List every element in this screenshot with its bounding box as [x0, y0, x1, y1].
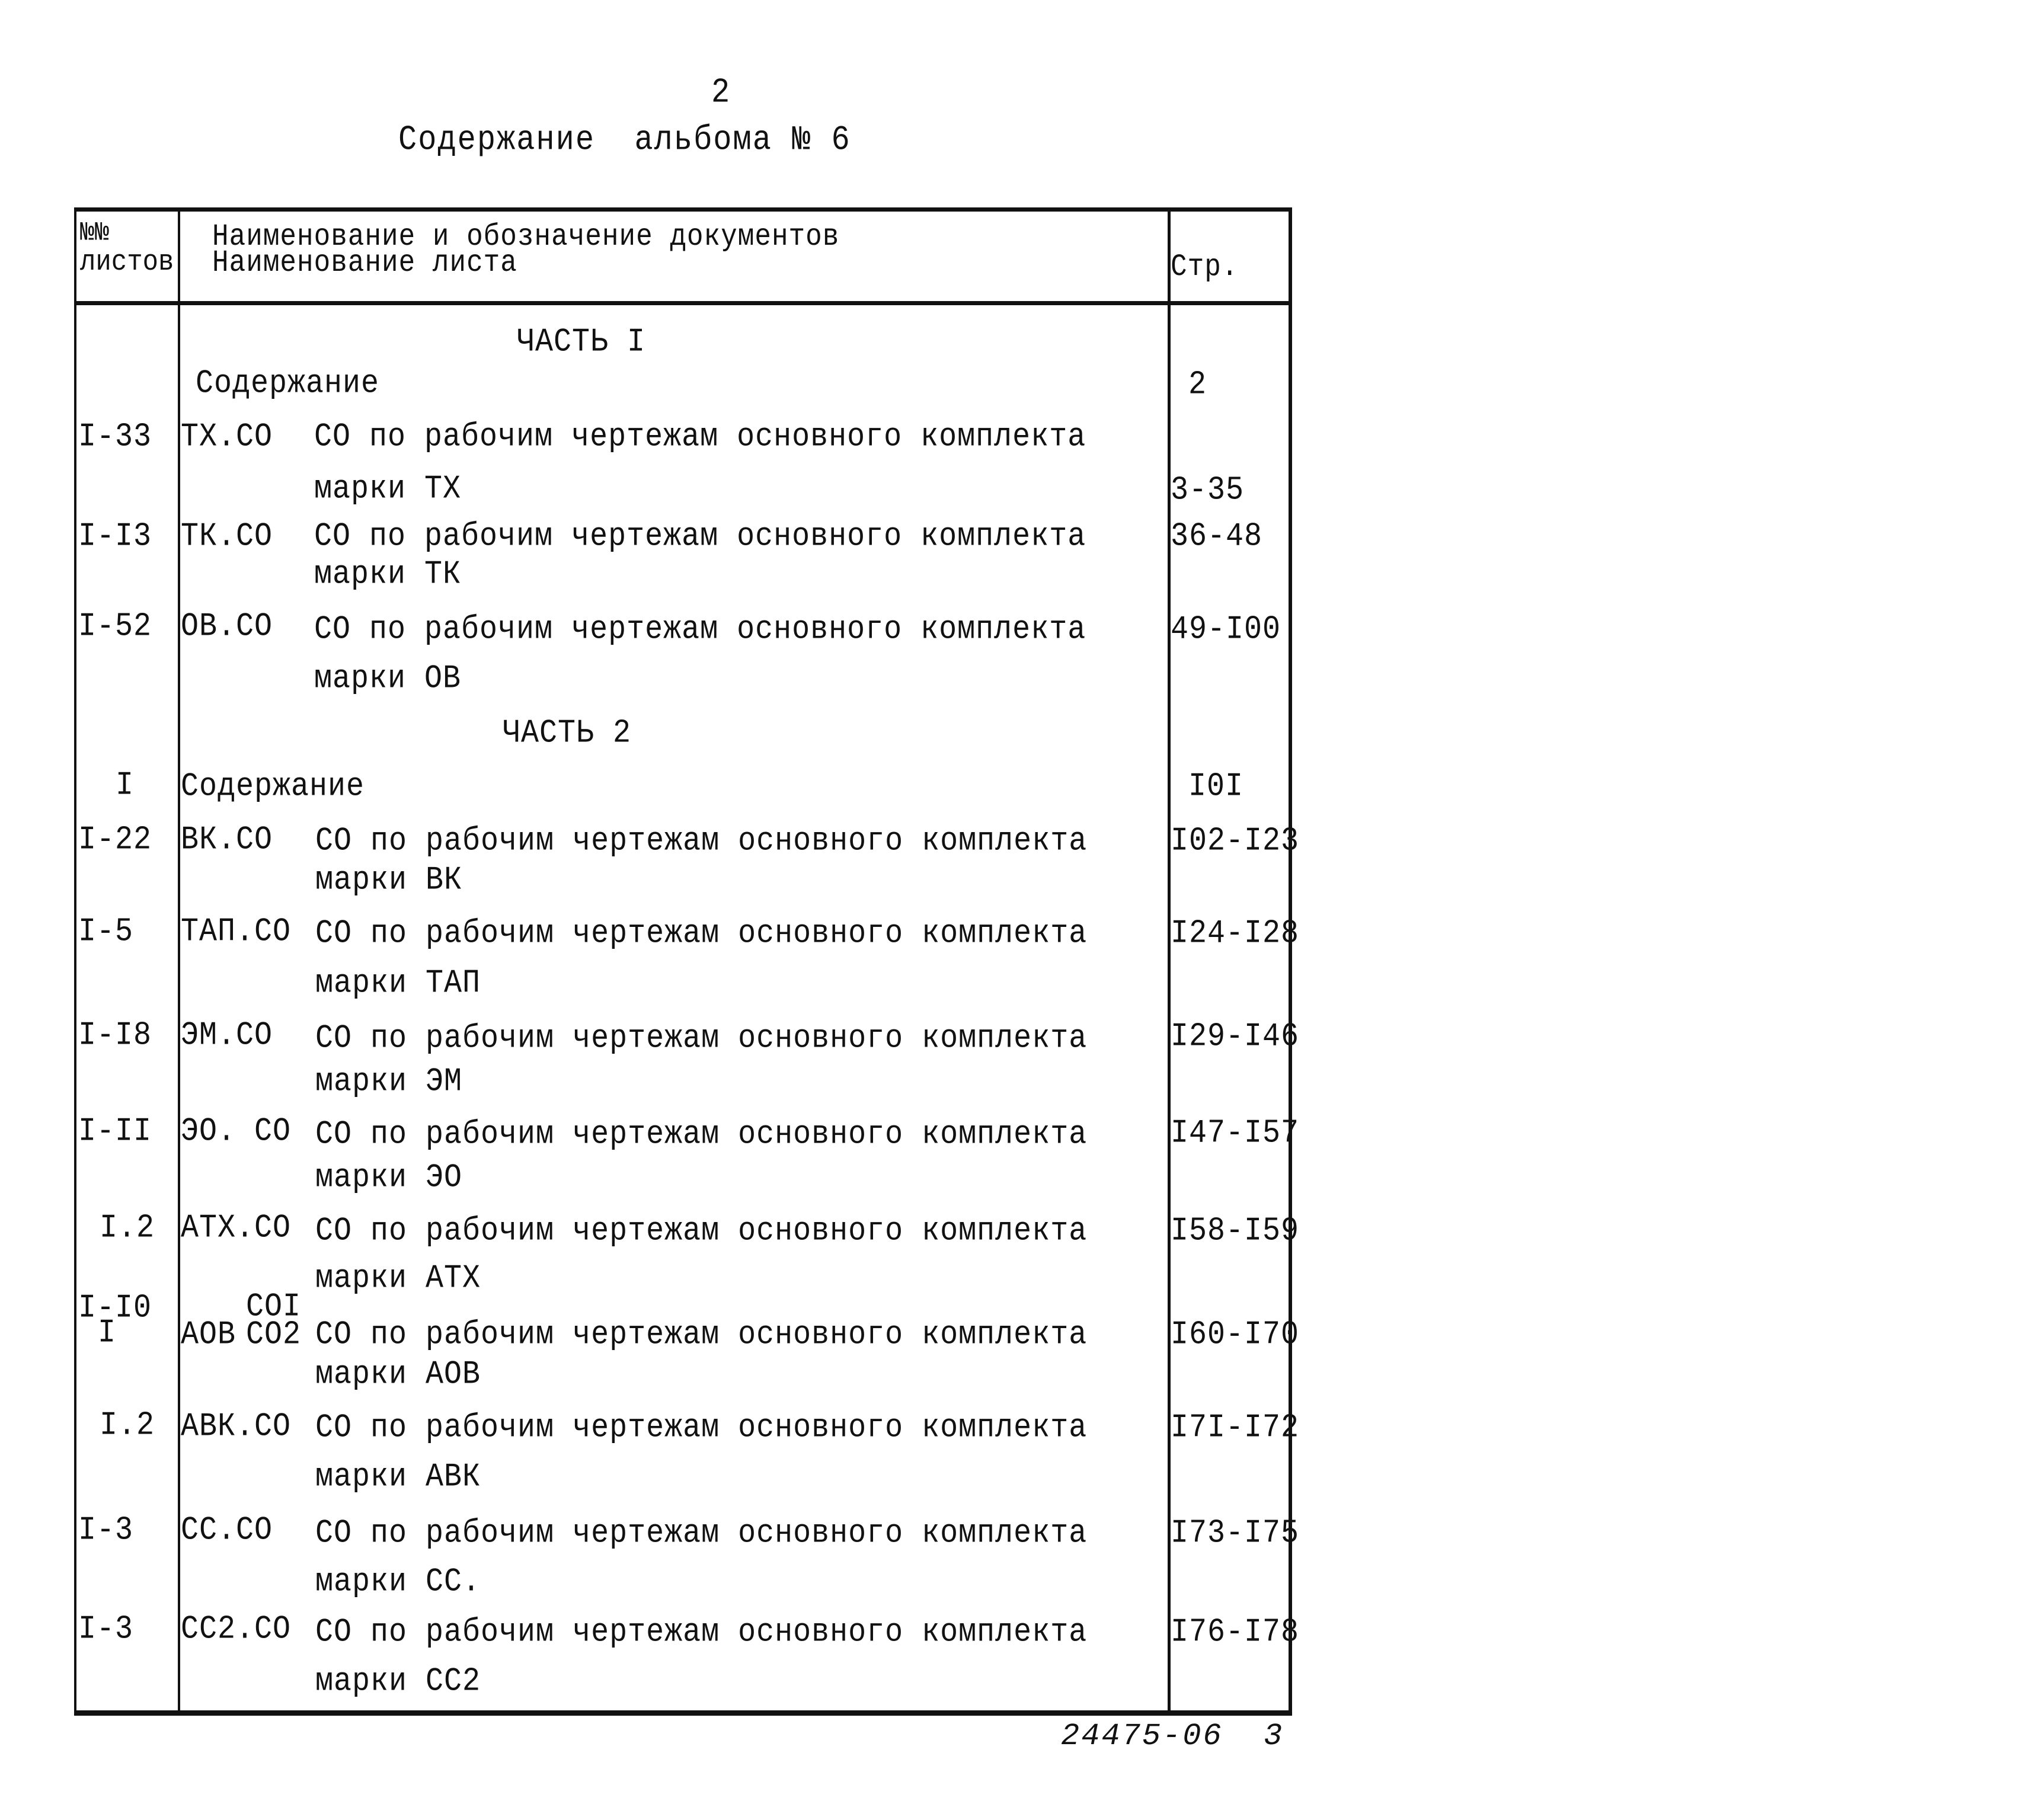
row-code: ВК.СО — [181, 821, 273, 859]
part-heading: ЧАСТЬ I — [517, 323, 646, 362]
row-pages: I7I-I72 — [1171, 1409, 1300, 1447]
row-pages: I29-I46 — [1171, 1018, 1300, 1056]
row-sheets: I.2 — [100, 1209, 155, 1248]
row-pages: I58-I59 — [1171, 1212, 1300, 1250]
row-title-line2: марки АОВ — [315, 1355, 481, 1394]
row-pages: I47-I57 — [1171, 1114, 1300, 1153]
row-title-line1: СО по рабочим чертежам основного комплек… — [315, 822, 1088, 861]
row-pages: 49-I00 — [1171, 610, 1281, 649]
row-title-line1: СО по рабочим чертежам основного комплек… — [315, 1212, 1088, 1250]
row-code: АВК.СО — [181, 1408, 292, 1446]
header-page: Стр. — [1171, 250, 1239, 284]
row-title-line1: СО по рабочим чертежам основного комплек… — [315, 1409, 1088, 1447]
row-code: ТК.СО — [181, 517, 273, 556]
row-code: ТХ.СО — [181, 418, 273, 456]
row-code: ЭО. СО — [181, 1112, 292, 1151]
row-title-line2: марки ЭО — [315, 1159, 463, 1197]
contents-sheets: I — [116, 766, 135, 805]
row-pages: I24-I28 — [1171, 914, 1300, 953]
row-title-line2: марки ОВ — [314, 660, 462, 698]
row-title-line1: СО по рабочим чертежам основного комплек… — [315, 914, 1088, 953]
row-sheets: I-II — [78, 1112, 152, 1151]
row-code: АТХ.СО — [181, 1209, 292, 1248]
header-sheets-number: №№ — [80, 218, 110, 249]
contents-pages: 2 — [1188, 366, 1207, 404]
row-code: АОВ — [181, 1316, 236, 1354]
row-sheets: I-3 — [78, 1610, 134, 1649]
column-divider-pages — [1168, 207, 1171, 1716]
row-title-line1: СО по рабочим чертежам основного комплек… — [315, 1514, 1088, 1553]
header-sheets-label: листов — [80, 245, 174, 279]
row-sheets: I-I8 — [78, 1016, 152, 1055]
row-title-line1: СО по рабочим чертежам основного комплек… — [315, 1613, 1088, 1652]
row-sheets: I-33 — [78, 418, 152, 456]
row-title-line1: СО по рабочим чертежам основного комплек… — [315, 1316, 1088, 1354]
row-sheets: I-22 — [78, 821, 152, 859]
row-title-line2: марки АТХ — [315, 1259, 481, 1298]
column-divider-sheets — [178, 207, 180, 1716]
row-title-line2: марки ТК — [314, 555, 462, 594]
row-title-line2: марки ЭМ — [315, 1063, 463, 1101]
page-number: 2 — [711, 73, 731, 113]
part-heading: ЧАСТЬ 2 — [503, 714, 632, 753]
contents-label: Содержание — [196, 364, 380, 403]
row-sheets: I-52 — [78, 607, 152, 646]
row-code: ОВ.СО — [181, 607, 273, 646]
header-divider — [74, 301, 1292, 305]
row-title-line1: СО по рабочим чертежам основного комплек… — [315, 1019, 1088, 1058]
row-title-line2: марки ТХ — [314, 470, 462, 508]
row-code-subscript: СО2 — [246, 1316, 302, 1354]
contents-label: Содержание — [181, 767, 365, 806]
row-pages: 36-48 — [1171, 517, 1263, 556]
row-sheets: I.2 — [100, 1406, 155, 1445]
row-code: СС.СО — [181, 1511, 273, 1550]
row-sheets: I-3 — [78, 1511, 134, 1550]
row-code: ЭМ.СО — [181, 1016, 273, 1055]
row-pages: I76-I78 — [1171, 1613, 1300, 1652]
document-code-footer: 24475-06 3 — [1061, 1719, 1284, 1754]
row-title-line1: СО по рабочим чертежам основного комплек… — [314, 610, 1086, 649]
row-sheets: I-5 — [78, 913, 134, 951]
page-title: Содержание альбома № 6 — [398, 120, 851, 160]
header-sheet-name: Наименование листа — [212, 245, 517, 280]
row-pages: I60-I70 — [1171, 1316, 1300, 1354]
row-title-line2: марки АВК — [315, 1458, 481, 1496]
row-title-line2: марки СС. — [315, 1563, 481, 1601]
row-pages: I02-I23 — [1171, 822, 1300, 861]
row-code: СС2.СО — [181, 1610, 292, 1649]
row-title-line1: СО по рабочим чертежам основного комплек… — [314, 517, 1086, 556]
row-title-line2: марки СС2 — [315, 1662, 481, 1701]
row-title-line1: СО по рабочим чертежам основного комплек… — [315, 1115, 1088, 1154]
row-sheets-sub: I — [98, 1314, 117, 1352]
row-pages: I73-I75 — [1171, 1514, 1300, 1553]
row-sheets: I-I3 — [78, 517, 152, 556]
row-pages: 3-35 — [1171, 471, 1245, 510]
row-title-line2: марки ТАП — [315, 964, 481, 1003]
row-title-line1: СО по рабочим чертежам основного комплек… — [314, 418, 1086, 456]
row-title-line2: марки ВК — [315, 861, 463, 900]
row-code: ТАП.СО — [181, 913, 292, 951]
contents-pages: I0I — [1188, 767, 1244, 806]
